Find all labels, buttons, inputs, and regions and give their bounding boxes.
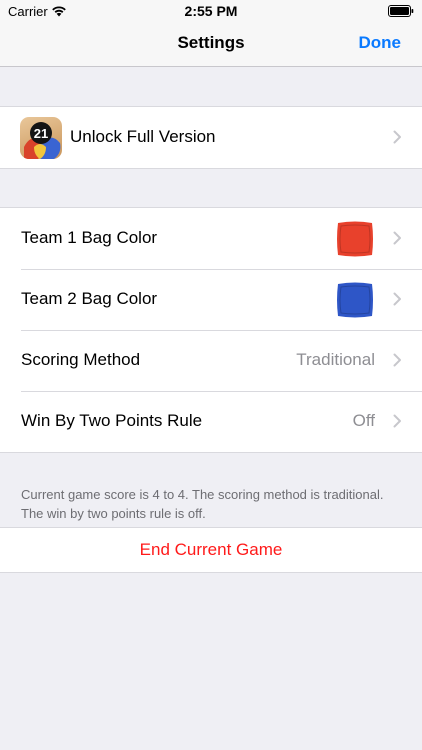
win-by-two-value: Off xyxy=(352,411,375,430)
app-icon-badge: 21 xyxy=(34,126,48,141)
unlock-full-version-label: Unlock Full Version xyxy=(70,127,216,146)
unlock-section: 21 Unlock Full Version xyxy=(0,106,422,169)
team-2-bag-shape xyxy=(337,282,373,318)
chevron-right-icon xyxy=(393,292,401,306)
chevron-right-icon xyxy=(393,414,401,428)
team-2-bag-color-label: Team 2 Bag Color xyxy=(21,289,158,308)
navigation-bar: Settings Done xyxy=(0,22,422,67)
team-1-bag-color-row[interactable]: Team 1 Bag Color xyxy=(0,208,422,269)
end-game-section: End Current Game xyxy=(0,527,422,573)
chevron-right-icon xyxy=(393,130,401,144)
scoring-method-row[interactable]: Scoring Method Traditional xyxy=(0,330,422,391)
scoring-method-value: Traditional xyxy=(296,350,375,369)
win-by-two-label: Win By Two Points Rule xyxy=(21,411,203,430)
done-button[interactable]: Done xyxy=(359,33,402,53)
team-1-bag-shape xyxy=(337,221,373,257)
end-current-game-button[interactable]: End Current Game xyxy=(0,528,422,572)
team-1-bag-swatch xyxy=(337,221,373,257)
unlock-full-version-row[interactable]: 21 Unlock Full Version xyxy=(0,107,422,168)
game-settings-section: Team 1 Bag Color Team 2 Bag Color Scorin… xyxy=(0,207,422,453)
chevron-right-icon xyxy=(393,231,401,245)
app-icon-art: 21 xyxy=(24,122,61,159)
app-icon: 21 xyxy=(20,117,62,159)
status-bar: Carrier 2:55 PM xyxy=(0,0,422,22)
win-by-two-row[interactable]: Win By Two Points Rule Off xyxy=(0,391,422,452)
game-status-note: Current game score is 4 to 4. The scorin… xyxy=(21,487,384,521)
team-1-bag-color-label: Team 1 Bag Color xyxy=(21,228,158,247)
scoring-method-label: Scoring Method xyxy=(21,350,141,369)
team-2-bag-swatch xyxy=(337,282,373,318)
team-2-bag-color-row[interactable]: Team 2 Bag Color xyxy=(0,269,422,330)
chevron-right-icon xyxy=(393,353,401,367)
end-current-game-label: End Current Game xyxy=(139,540,283,559)
clock: 2:55 PM xyxy=(184,3,238,19)
battery-icon xyxy=(388,5,414,17)
